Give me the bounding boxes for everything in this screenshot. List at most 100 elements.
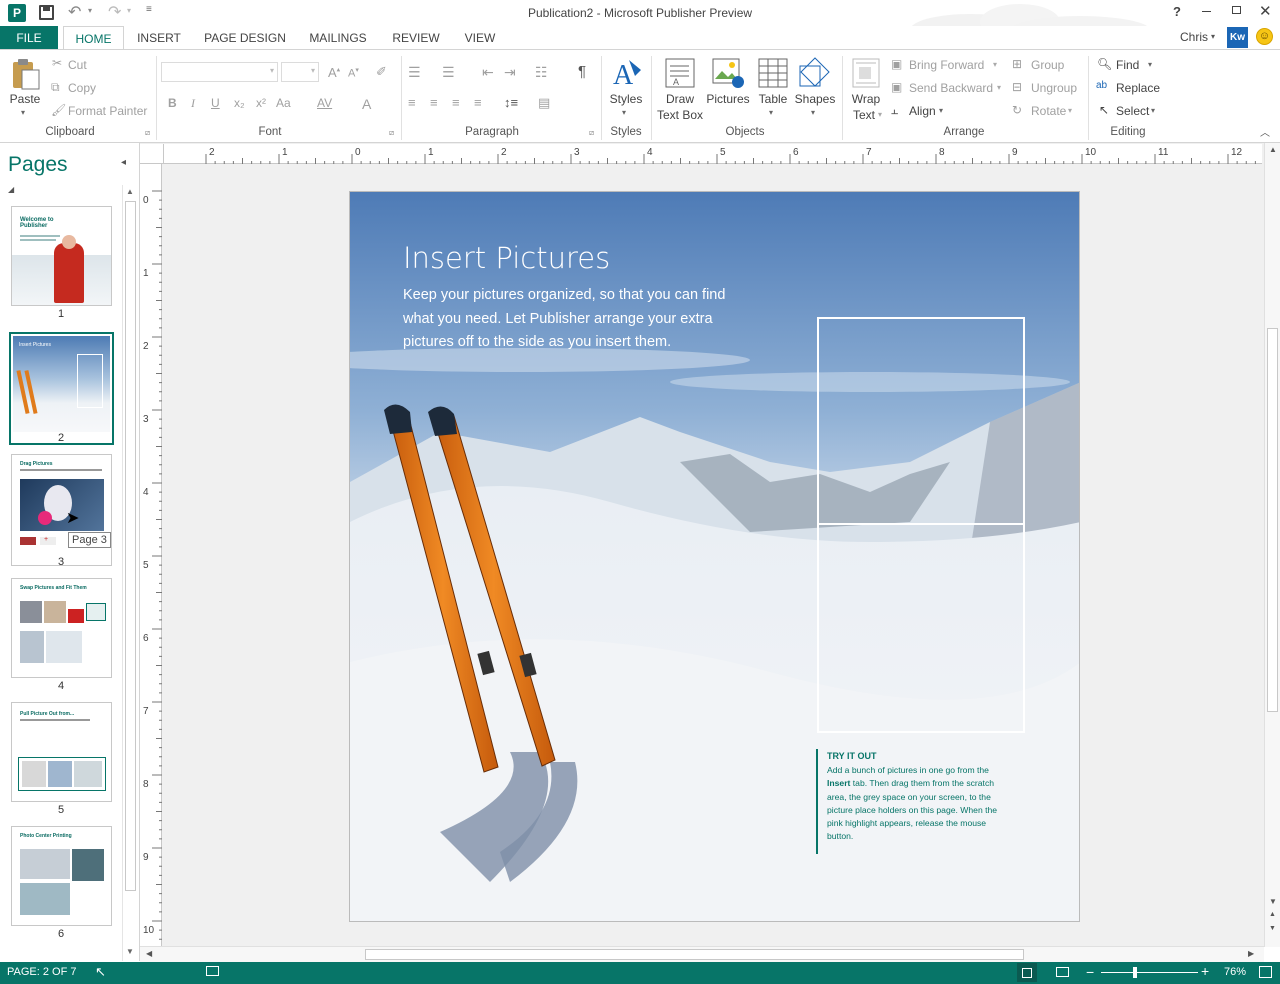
align-icon[interactable]: ⫠ bbox=[891, 103, 898, 118]
grow-font-icon[interactable]: A▴ bbox=[328, 65, 340, 80]
group-button[interactable]: Group bbox=[1031, 58, 1064, 72]
find-icon[interactable]: 🔍︎ bbox=[1097, 57, 1112, 71]
page-thumbnail-5[interactable]: Pull Picture Out from... bbox=[11, 702, 112, 802]
decrease-indent-icon[interactable]: ⇤ bbox=[482, 64, 494, 81]
collapse-ribbon-icon[interactable]: ︿ bbox=[1260, 124, 1270, 139]
smiley-feedback-icon[interactable]: ☺ bbox=[1256, 28, 1273, 45]
page-heading[interactable]: Insert Pictures bbox=[403, 241, 610, 275]
pictures-button[interactable]: Pictures bbox=[704, 92, 752, 107]
help-icon[interactable]: ? bbox=[1173, 4, 1181, 19]
section-triangle-icon[interactable]: ◢ bbox=[8, 185, 14, 194]
paste-icon[interactable] bbox=[11, 58, 41, 90]
tab-file[interactable]: FILE bbox=[0, 26, 58, 50]
tab-review[interactable]: REVIEW bbox=[387, 26, 445, 50]
copy-button[interactable]: Copy bbox=[68, 81, 96, 95]
superscript-button[interactable]: x² bbox=[256, 96, 266, 110]
table-button[interactable]: Table bbox=[752, 92, 794, 107]
rotate-button[interactable]: Rotate bbox=[1031, 104, 1066, 118]
page-thumbnail-3[interactable]: Drag Pictures + bbox=[11, 454, 112, 566]
wrap-text-dropdown-icon[interactable]: ▾ bbox=[878, 110, 882, 119]
subscript-button[interactable]: x₂ bbox=[234, 96, 245, 110]
shapes-dropdown-icon[interactable]: ▾ bbox=[811, 108, 815, 117]
wrap-text-label-1[interactable]: Wrap bbox=[846, 92, 886, 107]
zoom-slider-track[interactable] bbox=[1101, 972, 1198, 973]
rotate-icon[interactable]: ↻ bbox=[1012, 103, 1022, 117]
horizontal-scroll-thumb[interactable] bbox=[365, 949, 1024, 960]
format-painter-button[interactable]: Format Painter bbox=[68, 104, 147, 118]
pilcrow-button[interactable]: ¶ bbox=[578, 63, 586, 80]
scroll-up-double-icon[interactable]: ▲ bbox=[1269, 911, 1276, 918]
bring-forward-dropdown-icon[interactable]: ▾ bbox=[993, 60, 997, 69]
tab-page-design[interactable]: PAGE DESIGN bbox=[200, 26, 290, 50]
shapes-button[interactable]: Shapes bbox=[792, 92, 838, 107]
font-color-button[interactable]: A bbox=[362, 96, 371, 112]
close-icon[interactable]: ✕ bbox=[1259, 2, 1272, 20]
zoom-out-icon[interactable]: − bbox=[1086, 964, 1094, 980]
picture-placeholder-bottom[interactable] bbox=[817, 523, 1025, 733]
change-case-button[interactable]: Aa bbox=[276, 96, 291, 110]
table-icon[interactable] bbox=[758, 58, 788, 88]
tab-home[interactable]: HOME bbox=[63, 26, 124, 51]
paste-button[interactable]: Paste bbox=[8, 92, 42, 107]
user-name[interactable]: Chris bbox=[1180, 30, 1208, 44]
columns-icon[interactable]: ☷ bbox=[535, 64, 548, 81]
numbering-icon[interactable]: ☰ bbox=[442, 64, 455, 81]
italic-button[interactable]: I bbox=[191, 96, 195, 111]
draw-text-box-label-1[interactable]: Draw bbox=[656, 92, 704, 107]
horizontal-scrollbar[interactable]: ◀ ▶ bbox=[140, 946, 1264, 962]
restore-icon[interactable] bbox=[1232, 6, 1241, 14]
line-spacing-icon[interactable]: ↕≡ bbox=[504, 95, 518, 110]
publication-page[interactable]: Insert Pictures Keep your pictures organ… bbox=[349, 191, 1080, 922]
paragraph-launcher-icon[interactable]: ⧄ bbox=[589, 128, 594, 138]
scroll-up-icon[interactable]: ▲ bbox=[1269, 145, 1277, 154]
scroll-right-icon[interactable]: ▶ bbox=[1248, 949, 1254, 958]
tab-insert[interactable]: INSERT bbox=[133, 26, 185, 50]
font-name-combo[interactable]: ▾ bbox=[161, 62, 278, 82]
picture-placeholder-top[interactable] bbox=[817, 317, 1025, 525]
zoom-level[interactable]: 76% bbox=[1224, 966, 1246, 978]
zoom-slider-thumb[interactable] bbox=[1133, 967, 1137, 978]
vertical-scrollbar[interactable]: ▲ ▼ ▲ ▼ bbox=[1264, 143, 1280, 947]
minimize-icon[interactable] bbox=[1202, 11, 1211, 12]
horizontal-ruler[interactable]: 2 1 0 1 2 3 4 5 6 7 8 9 10 11 12 bbox=[164, 144, 1262, 164]
tab-mailings[interactable]: MAILINGS bbox=[303, 26, 373, 50]
align-center-icon[interactable]: ≡ bbox=[430, 95, 438, 110]
find-dropdown-icon[interactable]: ▾ bbox=[1148, 60, 1152, 69]
page-status[interactable]: PAGE: 2 OF 7 bbox=[7, 966, 77, 978]
pages-pane-scrollbar[interactable]: ▲ ▼ bbox=[122, 185, 137, 961]
align-dropdown-icon[interactable]: ▾ bbox=[939, 106, 943, 115]
scroll-up-icon[interactable]: ▲ bbox=[126, 187, 134, 196]
styles-button[interactable]: Styles bbox=[605, 92, 647, 107]
shading-icon[interactable]: ▤ bbox=[538, 95, 550, 111]
tab-view[interactable]: VIEW bbox=[458, 26, 502, 50]
rotate-dropdown-icon[interactable]: ▾ bbox=[1068, 106, 1072, 115]
draw-text-box-label-2[interactable]: Text Box bbox=[654, 108, 706, 123]
vertical-ruler[interactable]: 0 1 2 3 4 5 6 7 8 9 10 bbox=[140, 164, 162, 946]
vertical-scroll-thumb[interactable] bbox=[1267, 328, 1278, 712]
styles-dropdown-icon[interactable]: ▾ bbox=[622, 108, 626, 117]
bullets-icon[interactable]: ☰ bbox=[408, 64, 421, 81]
align-right-icon[interactable]: ≡ bbox=[452, 95, 460, 110]
align-left-icon[interactable]: ≡ bbox=[408, 95, 416, 110]
page-body-text[interactable]: Keep your pictures organized, so that yo… bbox=[403, 284, 753, 355]
align-button[interactable]: Align bbox=[909, 104, 936, 118]
draw-text-box-icon[interactable]: A bbox=[665, 58, 695, 88]
scroll-down-double-icon[interactable]: ▼ bbox=[1269, 925, 1276, 932]
send-backward-button[interactable]: Send Backward bbox=[909, 81, 993, 95]
send-backward-dropdown-icon[interactable]: ▾ bbox=[997, 83, 1001, 92]
single-page-view-icon[interactable] bbox=[1017, 963, 1037, 982]
styles-icon[interactable]: A bbox=[611, 56, 643, 90]
ungroup-icon[interactable]: ⊟ bbox=[1012, 80, 1022, 94]
bring-forward-button[interactable]: Bring Forward bbox=[909, 58, 984, 72]
fit-page-icon[interactable] bbox=[1259, 966, 1272, 978]
scroll-down-icon[interactable]: ▼ bbox=[1269, 897, 1277, 906]
shrink-font-icon[interactable]: A▾ bbox=[348, 66, 359, 80]
cut-icon[interactable]: ✂ bbox=[52, 56, 62, 70]
clear-formatting-icon[interactable]: ✐ bbox=[376, 64, 387, 80]
clipboard-launcher-icon[interactable]: ⧄ bbox=[145, 128, 150, 138]
select-icon[interactable]: ↖ bbox=[1099, 103, 1109, 117]
increase-indent-icon[interactable]: ⇥ bbox=[504, 64, 516, 81]
character-spacing-button[interactable]: AV bbox=[317, 96, 332, 110]
ungroup-button[interactable]: Ungroup bbox=[1031, 81, 1077, 95]
bold-button[interactable]: B bbox=[168, 96, 177, 110]
